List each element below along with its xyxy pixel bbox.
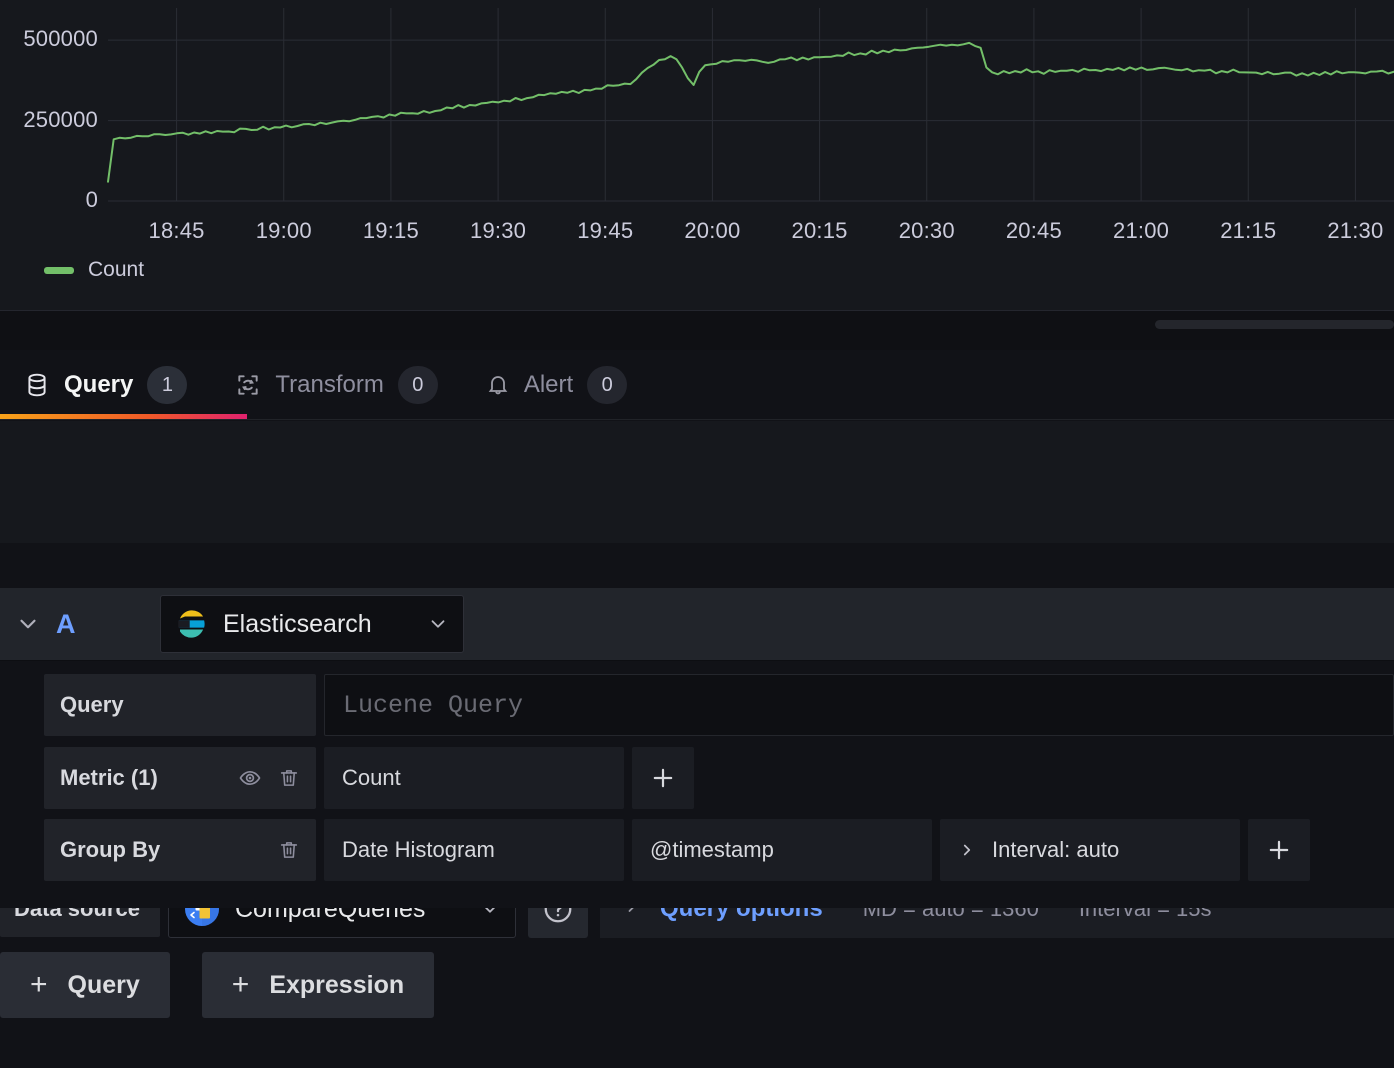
lucene-query-label: Query xyxy=(44,674,316,736)
add-query-button[interactable]: + Query xyxy=(0,952,170,1018)
active-tab-indicator xyxy=(0,414,247,419)
plus-icon xyxy=(1265,836,1293,864)
group-by-field-select[interactable]: @timestamp xyxy=(632,819,932,881)
tab-alert-badge: 0 xyxy=(587,366,628,404)
lucene-query-row: Query Lucene Query xyxy=(44,674,1394,736)
tab-transform[interactable]: Transform 0 xyxy=(211,351,461,419)
metric-label: Metric (1) xyxy=(44,747,316,809)
query-datasource-picker[interactable]: Elasticsearch xyxy=(160,595,464,653)
group-by-field-value: @timestamp xyxy=(650,837,774,862)
x-axis-tick-label: 21:30 xyxy=(1327,218,1384,243)
y-axis-tick-label: 0 xyxy=(85,187,98,212)
group-by-label-text: Group By xyxy=(60,837,161,862)
legend-item-label[interactable]: Count xyxy=(88,258,144,282)
chart-gridlines xyxy=(108,8,1394,202)
query-footer-actions: + Query + Expression xyxy=(0,952,435,1018)
editor-tab-bar: Query 1 Transform 0 Alert 0 xyxy=(0,350,1394,420)
plus-icon: + xyxy=(30,968,48,1001)
group-by-interval-setting[interactable]: Interval: auto xyxy=(940,819,1240,881)
timeseries-plot[interactable] xyxy=(0,0,1394,250)
lucene-query-label-text: Query xyxy=(60,692,124,717)
plus-icon: + xyxy=(231,968,250,1001)
chevron-right-icon xyxy=(958,840,976,860)
transform-icon xyxy=(235,371,261,399)
metric-label-text: Metric (1) xyxy=(60,765,158,790)
bell-icon xyxy=(486,371,510,399)
query-datasource-name: Elasticsearch xyxy=(223,609,372,638)
trash-icon[interactable] xyxy=(278,766,300,790)
tab-transform-badge: 0 xyxy=(397,366,438,404)
chart-legend[interactable]: Count xyxy=(44,258,144,282)
y-axis-tick-label: 500000 xyxy=(23,26,98,52)
panel-splitter[interactable] xyxy=(0,310,1394,350)
series-line-count xyxy=(107,41,1394,183)
tab-alert-label: Alert xyxy=(523,371,574,398)
metric-row: Metric (1) Count xyxy=(44,747,694,809)
tab-query-badge: 1 xyxy=(147,366,188,404)
horizontal-scrollbar[interactable] xyxy=(1155,320,1394,329)
query-collapse-toggle[interactable] xyxy=(0,611,56,637)
group-by-row: Group By Date Histogram @timestamp Inter… xyxy=(44,819,1310,881)
lucene-query-input[interactable]: Lucene Query xyxy=(324,674,1394,736)
metric-aggregation-value: Count xyxy=(342,765,401,790)
eye-icon[interactable] xyxy=(238,766,262,790)
query-ref-id[interactable]: A xyxy=(56,609,160,640)
add-group-by-button[interactable] xyxy=(1248,819,1310,881)
group-by-label: Group By xyxy=(44,819,316,881)
y-axis-tick-label: 250000 xyxy=(23,106,98,132)
elasticsearch-icon xyxy=(175,607,209,641)
metric-aggregation-select[interactable]: Count xyxy=(324,747,624,809)
add-query-label: Query xyxy=(67,970,140,999)
tab-query-label: Query xyxy=(64,371,134,398)
trash-icon[interactable] xyxy=(278,838,300,862)
add-metric-button[interactable] xyxy=(632,747,694,809)
timeseries-panel: 0 250000 500000 18:45 19:00 19:15 19:30 19:45 2… xyxy=(0,0,1394,310)
legend-color-swatch xyxy=(44,266,74,274)
tab-alert[interactable]: Alert 0 xyxy=(462,351,651,419)
add-expression-label: Expression xyxy=(269,970,405,999)
plus-icon xyxy=(649,764,677,792)
group-by-aggregation-select[interactable]: Date Histogram xyxy=(324,819,624,881)
datasource-row: Data source CompareQueries Query options… xyxy=(0,421,1394,938)
group-by-interval-value: Interval: auto xyxy=(992,837,1120,862)
group-by-aggregation-value: Date Histogram xyxy=(342,837,495,862)
elasticsearch-query-editor: Query Lucene Query Metric (1) Count Grou… xyxy=(0,660,1394,908)
lucene-query-placeholder: Lucene Query xyxy=(343,690,524,720)
tab-transform-label: Transform xyxy=(275,371,384,398)
chevron-down-icon xyxy=(427,613,449,635)
tab-query[interactable]: Query 1 xyxy=(0,351,211,419)
database-icon xyxy=(24,371,50,399)
query-row-header: A Elasticsearch xyxy=(0,588,1394,660)
add-expression-button[interactable]: + Expression xyxy=(201,952,435,1018)
